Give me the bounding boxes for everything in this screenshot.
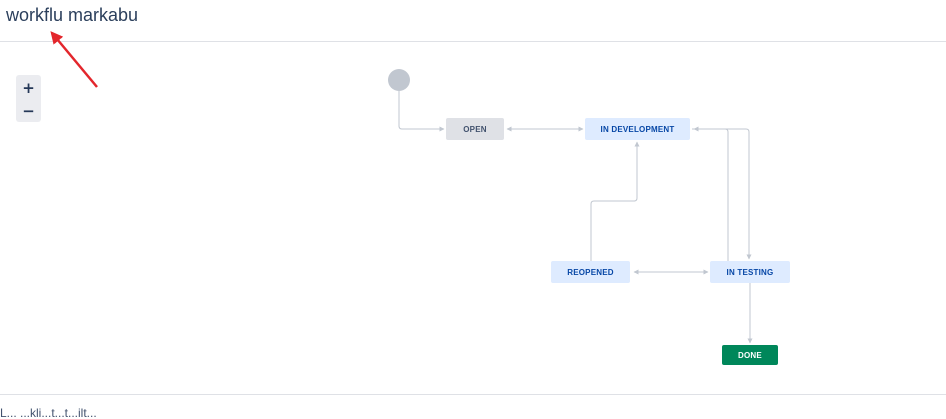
footer-divider	[0, 394, 946, 395]
workflow-diagram	[50, 31, 753, 344]
status-in-testing[interactable]: IN TESTING	[710, 261, 790, 283]
transition-in-development-in-testing	[692, 128, 752, 260]
start-circle-icon	[388, 69, 410, 91]
status-open[interactable]: OPEN	[446, 118, 504, 140]
red-arrow-icon	[50, 31, 98, 88]
status-in-development[interactable]: IN DEVELOPMENT	[585, 118, 690, 140]
status-reopened[interactable]: REOPENED	[551, 261, 630, 283]
transition-start-open	[398, 91, 445, 132]
transition-in-testing-in-development	[693, 126, 729, 261]
status-done[interactable]: DONE	[722, 345, 778, 365]
transition-reopened-in-development	[590, 141, 640, 261]
footer-text: L... ...kli...t...t...ilt...	[0, 406, 97, 419]
